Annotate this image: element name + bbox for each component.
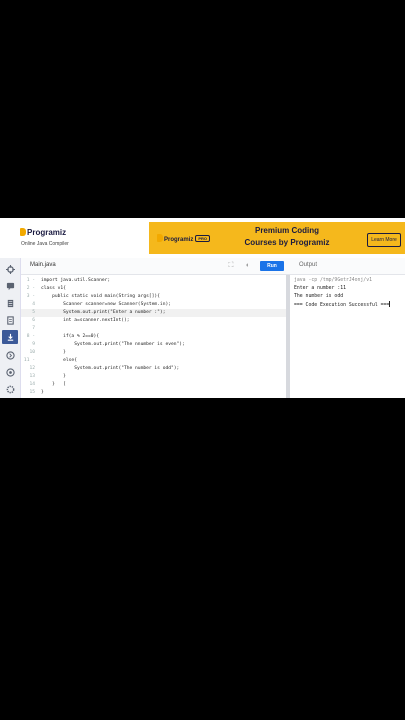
line-number: 2 - — [26, 286, 35, 291]
code-line[interactable]: 5 System.out.print("Enter a number :"); — [21, 309, 286, 317]
code-text: System.out.print("Enter a number :"); — [41, 310, 166, 315]
code-text: Scanner scanner=new Scanner(System.in); — [41, 302, 171, 307]
code-line[interactable]: 15} — [21, 389, 286, 397]
code-editor[interactable]: 1 - import java.util.Scanner; 2 - class v1{… — [21, 275, 286, 398]
code-text: public static void main(String args[]){ — [41, 294, 160, 299]
gear-icon[interactable] — [4, 383, 16, 395]
code-line[interactable]: 1 - import java.util.Scanner; — [21, 277, 286, 285]
programiz-logo[interactable]: Programiz — [20, 228, 66, 237]
code-text: } — [41, 350, 66, 355]
list-icon[interactable] — [4, 297, 16, 309]
line-number: 10 — [29, 350, 35, 355]
line-number: 12 — [29, 366, 35, 371]
code-line[interactable]: 4 Scanner scanner=new Scanner(System.in)… — [21, 301, 286, 309]
output-tab: Output — [299, 262, 318, 268]
code-line[interactable]: 7 — [21, 325, 286, 333]
fullscreen-icon[interactable]: ⛶ — [226, 261, 236, 271]
learn-more-button[interactable]: Learn More — [367, 233, 401, 247]
line-number: 5 — [32, 310, 35, 315]
page-subtitle: Online Java Compiler — [21, 241, 69, 247]
sidebar — [0, 258, 21, 398]
code-line[interactable]: 9 System.out.print("The nnumber is even"… — [21, 341, 286, 349]
java-icon[interactable] — [4, 263, 16, 275]
line-number: 13 — [29, 374, 35, 379]
line-number: 8 - — [26, 334, 35, 339]
code-line[interactable]: 10 } — [21, 349, 286, 357]
line-number: 7 — [32, 326, 35, 331]
banner-title-line2: Courses by Programiz — [244, 238, 330, 247]
output-text: java -cp /tmp/9GetrJ4onj/v1 — [294, 278, 372, 283]
editor-toolbar: Main.java ⛶ ◐ Run Output — [21, 258, 405, 275]
code-icon[interactable] — [2, 330, 18, 344]
line-number: 9 — [32, 342, 35, 347]
share-icon[interactable] — [4, 349, 16, 361]
code-text: import java.util.Scanner; — [41, 278, 111, 283]
code-text: } — [41, 390, 44, 395]
run-button[interactable]: Run — [260, 261, 284, 271]
code-line[interactable]: 11 - else{ — [21, 357, 286, 365]
code-text: class v1{ — [41, 286, 66, 291]
output-line: === Code Execution Successful === — [294, 301, 391, 309]
file-tab-main-java[interactable]: Main.java — [30, 262, 56, 268]
code-line[interactable]: 2 - class v1{ — [21, 285, 286, 293]
code-line[interactable]: 3 - public static void main(String args[… — [21, 293, 286, 301]
header: Programiz Online Java Compiler Programiz… — [0, 218, 405, 258]
output-text: Enter a number :11 — [294, 286, 346, 291]
logo-mark-icon — [20, 228, 26, 236]
line-number: 4 — [32, 302, 35, 307]
theme-toggle-icon[interactable]: ◐ — [243, 261, 253, 271]
code-text: int a=scanner.nextInt(); — [41, 318, 130, 323]
promo-banner[interactable]: Programiz PRO Premium Coding Courses by P… — [149, 222, 405, 254]
code-line[interactable]: 8 - if(a % 2==0){ — [21, 333, 286, 341]
pane-divider[interactable] — [286, 275, 290, 398]
code-text: System.out.print("The number is odd"); — [41, 366, 180, 371]
line-number: 11 - — [23, 358, 35, 363]
output-console[interactable]: java -cp /tmp/9GetrJ4onj/v1 Enter a numbe… — [292, 275, 405, 398]
banner-logo-text: Programiz — [164, 237, 194, 243]
code-line[interactable]: 13 } — [21, 373, 286, 381]
code-text: } — [41, 374, 66, 379]
chat-icon[interactable] — [4, 280, 16, 292]
banner-title: Premium Coding Courses by Programiz — [227, 225, 347, 249]
output-line: Enter a number :11 — [294, 285, 346, 293]
code-line[interactable]: 14 } [ — [21, 381, 286, 389]
banner-title-line1: Premium Coding — [254, 226, 319, 235]
pro-badge: PRO — [195, 235, 211, 242]
code-text: else{ — [41, 358, 77, 363]
banner-logo-mark-icon — [157, 234, 163, 242]
banner-logo: Programiz PRO — [157, 234, 211, 243]
line-number: 14 — [29, 382, 35, 387]
output-text: The number is odd — [294, 294, 344, 299]
code-line[interactable]: 12 System.out.print("The number is odd")… — [21, 365, 286, 373]
line-number: 1 - — [26, 278, 35, 283]
code-line[interactable]: 6 int a=scanner.nextInt(); — [21, 317, 286, 325]
code-text: if(a % 2==0){ — [41, 334, 100, 339]
compiler-window: Programiz Online Java Compiler Programiz… — [0, 218, 405, 398]
output-line: The number is odd — [294, 293, 343, 301]
output-text: === Code Execution Successful === — [294, 303, 390, 308]
output-line: java -cp /tmp/9GetrJ4onj/v1 — [294, 277, 372, 285]
line-number: 15 — [29, 390, 35, 395]
line-number: 6 — [32, 318, 35, 323]
settings-icon[interactable] — [4, 366, 16, 378]
book-icon[interactable] — [4, 314, 16, 326]
text-cursor — [389, 301, 391, 307]
code-text: System.out.print("The nnumber is even"); — [41, 342, 185, 347]
code-text: } [ — [41, 382, 66, 387]
logo-text: Programiz — [27, 228, 67, 237]
line-number: 3 - — [26, 294, 35, 299]
